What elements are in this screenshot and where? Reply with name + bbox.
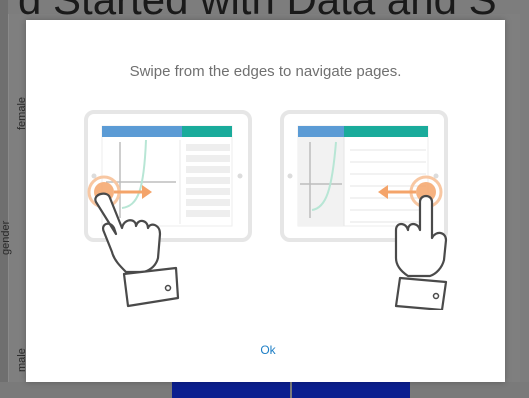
background-bar <box>172 382 290 398</box>
dialog-message: Swipe from the edges to navigate pages. <box>129 63 402 80</box>
background-edge <box>0 0 8 398</box>
swipe-right-from-left-edge-icon <box>84 110 254 310</box>
ok-button[interactable]: Ok <box>248 340 288 360</box>
background-bar <box>292 382 410 398</box>
background-axis-label-gender: gender <box>0 220 12 255</box>
swipe-left-from-right-edge-icon <box>280 110 450 312</box>
swipe-help-dialog: Swipe from the edges to navigate pages. <box>26 20 505 382</box>
